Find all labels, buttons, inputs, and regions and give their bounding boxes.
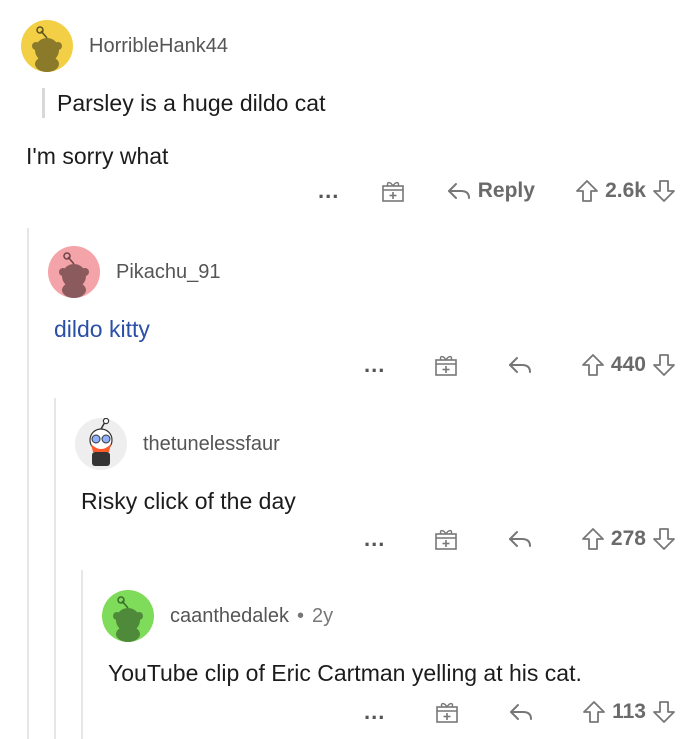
comment-actions: ... Reply 2.6k — [318, 178, 676, 204]
avatar[interactable] — [21, 20, 73, 72]
more-options-icon[interactable]: ... — [364, 526, 385, 552]
snoo-avatar-icon — [89, 418, 113, 466]
avatar[interactable] — [48, 246, 100, 298]
avatar[interactable] — [75, 418, 127, 470]
upvote-arrow-icon[interactable] — [581, 353, 605, 377]
comment-body[interactable]: dildo kitty — [54, 316, 150, 343]
thread-line-level-3[interactable] — [81, 570, 83, 739]
snoo-avatar-icon — [32, 26, 62, 72]
downvote-arrow-icon[interactable] — [652, 353, 676, 377]
reply-button[interactable] — [508, 701, 534, 723]
vote-controls: 440 — [581, 353, 676, 377]
reply-arrow-icon — [447, 183, 470, 199]
reply-arrow-icon — [509, 531, 532, 547]
gift-award-icon[interactable] — [434, 699, 460, 725]
downvote-arrow-icon[interactable] — [652, 700, 676, 724]
gift-award-icon[interactable] — [433, 526, 459, 552]
upvote-arrow-icon[interactable] — [581, 527, 605, 551]
comment-body: I'm sorry what — [26, 143, 169, 169]
vote-controls: 278 — [581, 527, 676, 551]
upvote-arrow-icon[interactable] — [575, 179, 599, 203]
username[interactable]: Pikachu_91 — [116, 261, 221, 284]
snoo-avatar-icon — [59, 252, 89, 298]
more-options-icon[interactable]: ... — [364, 699, 385, 725]
reply-arrow-icon — [509, 704, 532, 720]
vote-controls: 113 — [582, 700, 676, 724]
vote-count: 2.6k — [605, 179, 646, 202]
comment-body: YouTube clip of Eric Cartman yelling at … — [108, 660, 582, 686]
reply-label: Reply — [477, 179, 535, 202]
comment-body: Risky click of the day — [81, 488, 296, 514]
snoo-avatar-icon — [113, 596, 143, 642]
gift-award-icon[interactable] — [380, 178, 406, 204]
more-options-icon[interactable]: ... — [318, 178, 339, 204]
avatar[interactable] — [102, 590, 154, 642]
username[interactable]: HorribleHank44 — [89, 35, 228, 58]
vote-count: 113 — [612, 700, 646, 723]
meta-separator: • — [296, 604, 304, 627]
reply-arrow-icon — [509, 357, 532, 373]
reply-button[interactable] — [507, 354, 533, 376]
reply-button[interactable] — [507, 528, 533, 550]
comment-actions: ... 278 — [364, 526, 676, 552]
comment-actions: ... 440 — [364, 352, 676, 378]
vote-controls: 2.6k — [575, 179, 676, 203]
upvote-arrow-icon[interactable] — [582, 700, 606, 724]
downvote-arrow-icon[interactable] — [652, 527, 676, 551]
comment-actions: ... 113 — [364, 699, 676, 725]
downvote-arrow-icon[interactable] — [652, 179, 676, 203]
comment-age: 2y — [312, 604, 334, 627]
thread-line-level-1[interactable] — [27, 228, 29, 739]
vote-count: 278 — [610, 527, 646, 550]
vote-count: 440 — [610, 353, 646, 376]
quote-bar — [42, 88, 45, 118]
gift-award-icon[interactable] — [433, 352, 459, 378]
quote-text: Parsley is a huge dildo cat — [57, 89, 326, 116]
username[interactable]: thetunelessfaur — [143, 433, 280, 456]
quoted-text: Parsley is a huge dildo cat — [42, 88, 326, 118]
username[interactable]: caanthedalek — [170, 605, 289, 628]
reply-button[interactable]: Reply — [446, 179, 535, 203]
more-options-icon[interactable]: ... — [364, 352, 385, 378]
thread-line-level-2[interactable] — [54, 398, 56, 739]
